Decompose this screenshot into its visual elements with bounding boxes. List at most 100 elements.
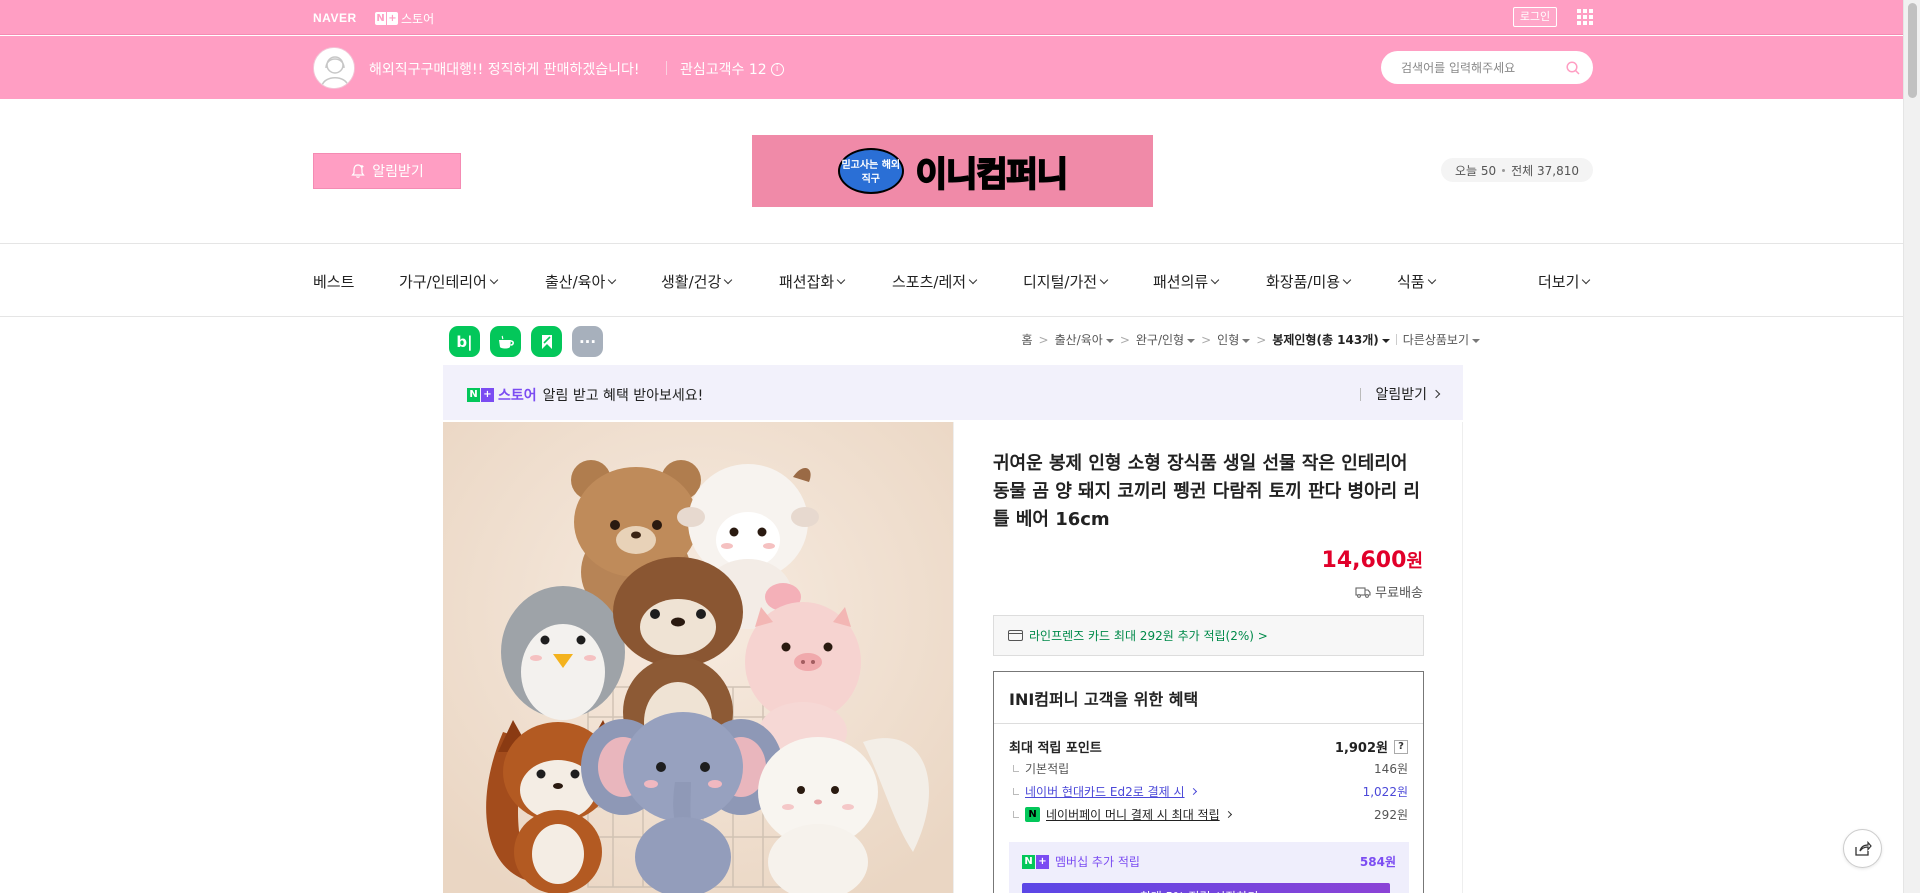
help-icon[interactable]: ? (1394, 739, 1408, 754)
benefit-title: INI컴퍼니 고객을 위한 혜택 (1009, 690, 1199, 709)
breadcrumb-level2[interactable]: 완구/인형 (1136, 331, 1196, 348)
category-furniture[interactable]: 가구/인테리어 (399, 271, 499, 292)
price-value: 14,600 (1321, 548, 1407, 573)
breadcrumb-level1[interactable]: 출산/육아 (1055, 331, 1114, 348)
breadcrumb-separator: > (1119, 332, 1130, 347)
category-digital[interactable]: 디지털/가전 (1023, 271, 1109, 292)
chevron-down-icon (836, 275, 846, 284)
store-search (1381, 51, 1593, 84)
shipping-label: 무료배송 (1375, 586, 1423, 601)
category-baby[interactable]: 출산/육아 (545, 271, 617, 292)
membership-label: 멤버십 추가 적립 (1055, 855, 1140, 869)
product-title: 귀여운 봉제 인형 소형 장식품 생일 선물 작은 인테리어 동물 곰 양 돼지… (993, 453, 1420, 530)
price-unit: 원 (1406, 551, 1423, 572)
naver-pay-icon: N (1025, 807, 1040, 822)
notice-alarm-label: 알림받기 (1375, 387, 1427, 403)
tree-line-icon (1013, 811, 1019, 818)
search-icon[interactable] (1566, 61, 1580, 75)
category-nav: 베스트 가구/인테리어 출산/육아 생활/건강 패션잡화 스포츠/레저 디지털/… (0, 243, 1903, 317)
nplus-store-link[interactable]: N + 스토어 (375, 10, 434, 27)
card-points-value: 1,022원 (1362, 785, 1408, 799)
credit-card-icon (1008, 630, 1023, 641)
share-buttons: b| ··· (449, 326, 603, 357)
other-products-link[interactable]: 다른상품보기 (1403, 331, 1480, 348)
apps-grid-icon[interactable] (1577, 9, 1593, 25)
pay-points-link[interactable]: 네이버페이 머니 결제 시 최대 적립 (1046, 806, 1220, 823)
login-button[interactable]: 로그인 (1513, 7, 1557, 27)
caret-down-icon (1187, 338, 1196, 343)
category-food[interactable]: 식품 (1397, 271, 1436, 292)
pay-points-value: 292원 (1374, 808, 1408, 822)
bell-icon (351, 164, 365, 178)
chevron-down-icon (1342, 275, 1352, 284)
max-points-value: 1,902원 (1334, 741, 1388, 756)
breadcrumb-divider (1395, 334, 1397, 345)
breadcrumb-separator: > (1201, 332, 1212, 347)
nplus-badge-icon: N + (375, 12, 398, 25)
base-points-label: 기본적립 (1025, 762, 1070, 776)
shipping-info: 무료배송 (1355, 582, 1423, 601)
alarm-subscribe-button[interactable]: 알림받기 (313, 153, 461, 189)
interest-count-label: 관심고객수 12 (680, 62, 767, 78)
card-offer-banner[interactable]: 라인프렌즈 카드 최대 292원 추가 적립(2%) > (993, 615, 1424, 656)
base-points-value: 146원 (1374, 762, 1408, 776)
bookmark-share-icon[interactable] (531, 326, 562, 357)
floating-share-button[interactable] (1843, 829, 1882, 868)
nplus-badge-icon: N + (1022, 854, 1049, 869)
caret-down-icon (1242, 338, 1251, 343)
membership-start-button[interactable]: 최대 5% 적립 시작하기 > (1022, 883, 1390, 893)
store-avatar[interactable] (313, 47, 355, 89)
breadcrumb: 홈 > 출산/육아 > 완구/인형 > 인형 > 봉제인형(총 143개) 다른… (1021, 331, 1480, 348)
category-more[interactable]: 더보기 (1538, 271, 1591, 292)
category-fashion-goods[interactable]: 패션잡화 (779, 271, 846, 292)
breadcrumb-current[interactable]: 봉제인형(총 143개) (1272, 331, 1390, 348)
store-divider (666, 61, 667, 75)
membership-value: 584원 (1359, 855, 1396, 869)
category-clothing[interactable]: 패션의류 (1153, 271, 1220, 292)
breadcrumb-home[interactable]: 홈 (1021, 331, 1032, 348)
card-points-row: 네이버 현대카드 Ed2로 결제 시 1,022원 (1009, 783, 1408, 800)
card-offer-text: 라인프렌즈 카드 최대 292원 추가 적립(2%) > (1029, 629, 1268, 643)
visit-dot (1502, 168, 1506, 172)
scrollbar-thumb[interactable] (1908, 3, 1917, 98)
naver-logo[interactable]: NAVER (313, 11, 357, 25)
breadcrumb-separator: > (1038, 332, 1049, 347)
category-best[interactable]: 베스트 (313, 271, 354, 292)
search-input[interactable] (1401, 59, 1561, 76)
benefit-box: INI컴퍼니 고객을 위한 혜택 최대 적립 포인트 1,902원 ? 기본적립… (993, 671, 1424, 893)
chevron-down-icon (1099, 275, 1109, 284)
category-cosmetics[interactable]: 화장품/미용 (1266, 271, 1352, 292)
page-scrollbar[interactable] (1903, 0, 1920, 893)
info-icon[interactable]: i (770, 62, 784, 76)
max-points-label: 최대 적립 포인트 (1009, 741, 1102, 756)
store-name[interactable]: 해외직구구매대행!! 정직하게 판매하겠습니다! (369, 59, 639, 79)
banner-brand-name: 이니컴퍼니 (915, 154, 1069, 196)
interest-count: 관심고객수 12 i (680, 59, 784, 79)
banner-bubble: 믿고사는 해외직구 (837, 148, 904, 194)
tree-line-icon (1013, 765, 1019, 772)
chevron-right-icon (1431, 389, 1441, 399)
chevron-down-icon (489, 275, 499, 284)
chevron-down-icon (608, 275, 617, 284)
notice-divider (1360, 387, 1362, 401)
chevron-down-icon (724, 275, 733, 284)
breadcrumb-separator: > (1256, 332, 1267, 347)
truck-icon (1355, 586, 1371, 598)
blog-share-icon[interactable]: b| (449, 326, 480, 357)
store-banner-logo[interactable]: 믿고사는 해외직구 이니컴퍼니 (752, 135, 1153, 207)
chevron-down-icon (968, 275, 978, 284)
product-main-image[interactable] (443, 422, 953, 893)
tree-line-icon (1013, 788, 1019, 795)
cafe-share-icon[interactable] (490, 326, 521, 357)
category-sports[interactable]: 스포츠/레저 (892, 271, 978, 292)
breadcrumb-level3[interactable]: 인형 (1217, 331, 1251, 348)
nplus-badge-icon: N + (467, 388, 494, 402)
membership-row: N + 멤버십 추가 적립 584원 (1022, 853, 1396, 870)
benefit-divider (994, 723, 1423, 724)
visit-total: 전체 37,810 (1511, 163, 1580, 178)
product-price: 14,600원 (1322, 547, 1423, 573)
notice-alarm-link[interactable]: 알림받기 (1360, 384, 1441, 404)
more-share-icon[interactable]: ··· (572, 326, 603, 357)
card-points-link[interactable]: 네이버 현대카드 Ed2로 결제 시 (1025, 783, 1185, 800)
category-living[interactable]: 생활/건강 (661, 271, 733, 292)
